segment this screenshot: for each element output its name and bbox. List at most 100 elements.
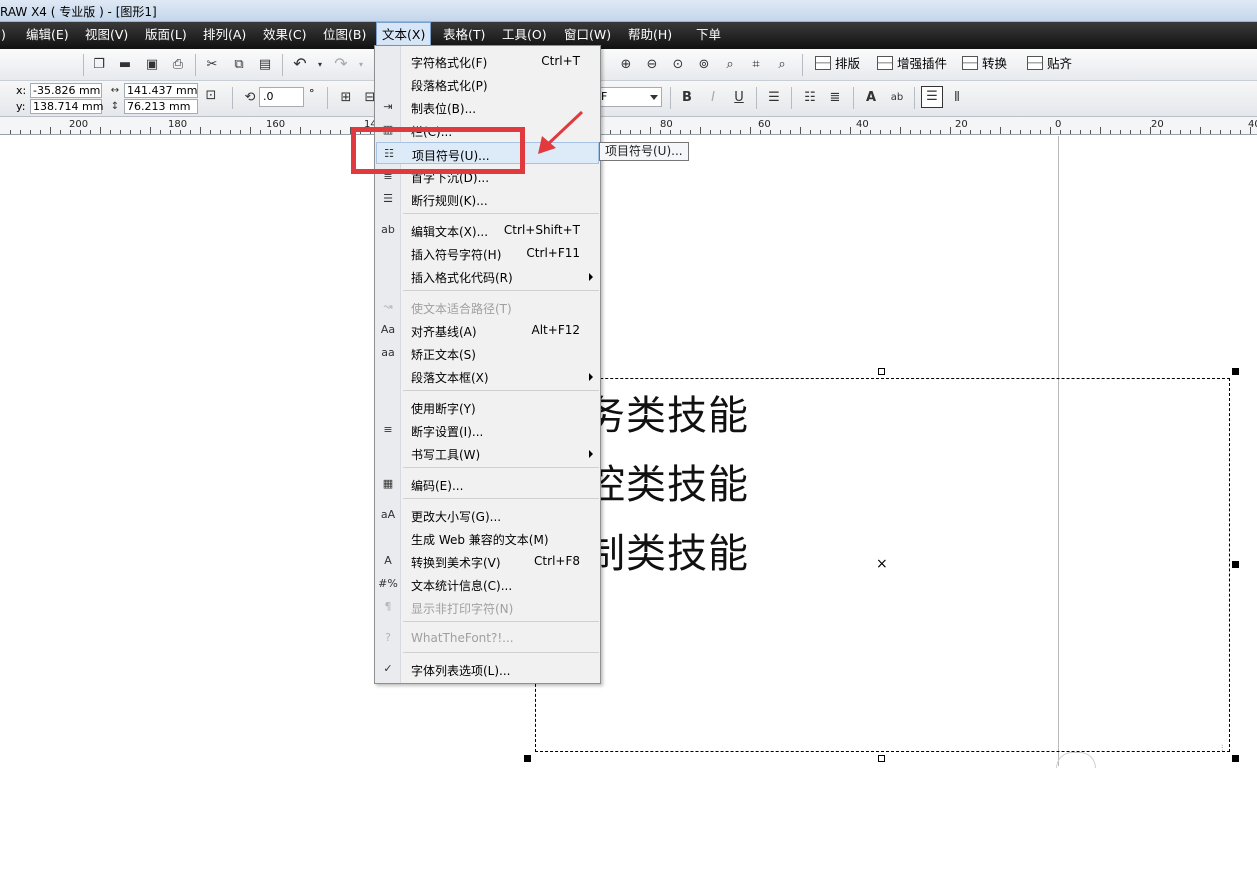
text-menu-item[interactable]: ↝ 使文本适合路径(T) [376,296,599,318]
save-icon[interactable]: ▣ [143,56,161,74]
width-field[interactable]: 141.437 mm [124,83,198,98]
text-overflow-icon[interactable]: ⫶ [1221,744,1223,754]
text-menu-item[interactable]: 插入格式化代码(R) [376,265,599,287]
text-menu-item[interactable]: A 转换到美术字(V) Ctrl+F8 [376,550,599,572]
ruler-label: 20 [1151,119,1164,130]
text-menu-item[interactable]: 插入符号字符(H) Ctrl+F11 [376,242,599,264]
redo-dropdown-icon[interactable]: ▾ [352,56,370,74]
text-menu-item-label: 书写工具(W) [411,448,481,462]
text-menu-item[interactable]: 字符格式化(F) Ctrl+T [376,50,599,72]
rotation-center-icon[interactable]: × [876,557,888,571]
zoom-height-icon[interactable]: ⌕ [773,56,791,74]
zoom-width-icon[interactable]: ⌗ [747,56,765,74]
text-menu-item[interactable]: aa 矫正文本(S) [376,342,599,364]
ruler-label: 80 [660,119,673,130]
zoom-out-icon[interactable]: ⊖ [643,56,661,74]
text-menu-item[interactable]: 段落格式化(P) [376,73,599,95]
text-menu-item[interactable]: ≡ 断字设置(I)... [376,419,599,441]
text-menu-item[interactable]: ✓ 字体列表选项(L)... [376,658,599,680]
menu-edit[interactable]: 编辑(E) [21,22,74,48]
edit-text-icon[interactable]: ab [888,89,906,107]
zoom-page-icon[interactable]: ⌕ [721,56,739,74]
redo-icon[interactable]: ↷ [332,55,350,73]
bottom-center-handle[interactable] [878,755,885,762]
lock-ratio-icon[interactable]: ⊡ [202,87,220,105]
bold-icon[interactable]: B [678,89,696,107]
ruler-tick [170,130,171,134]
align-icon[interactable]: ☰ [765,89,783,107]
bottom-left-handle[interactable] [524,755,531,762]
ruler-tick [900,127,901,134]
character-format-icon[interactable]: A [862,89,880,107]
copy-icon[interactable]: ⧉ [230,56,248,74]
font-list-icon: ✓ [383,662,393,675]
undo-icon[interactable]: ↶ [291,55,309,73]
plugins-button[interactable]: 增强插件 [877,53,947,75]
y-position-field[interactable]: 138.714 mm [30,99,103,114]
undo-dropdown-icon[interactable]: ▾ [311,56,329,74]
bottom-right-handle[interactable] [1232,755,1239,762]
menu-bitmaps[interactable]: 位图(B) [318,22,371,48]
screen: { "window": { "title": "RAW X4 ( 专业版 ) -… [0,0,1257,885]
text-menu-item[interactable]: ¶ 显示非打印字符(N) [376,596,599,618]
menu-order[interactable]: 下单 [691,22,726,48]
plugins-icon [877,56,893,70]
drop-cap-icon[interactable]: ≣ [826,89,844,107]
x-position-field[interactable]: -35.826 mm [30,83,102,98]
menu-edge-glyph[interactable]: ) [0,22,11,48]
rotation-field[interactable]: .0 [259,87,304,107]
submenu-arrow-icon [589,450,593,458]
ruler-tick [760,130,761,134]
horizontal-text-icon[interactable]: ☰ [921,86,943,108]
ruler-tick [30,130,31,134]
top-center-handle[interactable] [878,368,885,375]
snap-button[interactable]: 贴齐 [1027,53,1072,75]
text-menu-item[interactable]: #% 文本统计信息(C)... [376,573,599,595]
toolbar-divider [853,87,854,109]
vertical-text-icon[interactable]: ⦀ [948,89,966,107]
text-menu-item[interactable]: Aa 对齐基线(A) Alt+F12 [376,319,599,341]
italic-icon[interactable]: I [704,89,722,107]
text-menu-item[interactable]: 生成 Web 兼容的文本(M) [376,527,599,549]
menu-help[interactable]: 帮助(H) [623,22,677,48]
new-document-icon[interactable]: ❐ [90,56,108,74]
middle-right-handle[interactable] [1232,561,1239,568]
font-size-dropdown[interactable]: F [596,87,662,107]
menu-arrange[interactable]: 排列(A) [198,22,251,48]
text-menu-item[interactable]: ? WhatTheFont?!... [376,627,599,649]
text-menu-item[interactable]: aA 更改大小写(G)... [376,504,599,526]
paste-icon[interactable]: ▤ [256,56,274,74]
horizontal-ruler[interactable]: 200 180 160 14 80 60 40 20 0 20 40 [0,117,1257,135]
text-menu-item[interactable]: ab 编辑文本(X)... Ctrl+Shift+T [376,219,599,241]
text-menu-item[interactable]: 书写工具(W) [376,442,599,464]
open-folder-icon[interactable]: ▬ [116,56,134,74]
text-menu-item[interactable]: 使用断字(Y) [376,396,599,418]
bullet-list-icon[interactable]: ☷ [801,89,819,107]
ruler-tick [1100,127,1101,134]
menu-layout[interactable]: 版面(L) [140,22,192,48]
text-menu-item-label: 使用断字(Y) [411,402,476,416]
text-menu-item[interactable]: 段落文本框(X) [376,365,599,387]
layout-button[interactable]: 排版 [815,53,860,75]
height-field[interactable]: 76.213 mm [124,99,198,114]
text-menu-item[interactable]: ▦ 编码(E)... [376,473,599,495]
zoom-selected-icon[interactable]: ⊙ [669,56,687,74]
mirror-horizontal-icon[interactable]: ⊞ [337,89,355,107]
ruler-tick [880,130,881,134]
text-menu-item-label: 显示非打印字符(N) [411,602,514,616]
submenu-arrow-icon [589,273,593,281]
frame-text-line: 制类技能 [585,531,749,577]
zoom-in-icon[interactable]: ⊕ [617,56,635,74]
text-menu-item[interactable]: ☰ 断行规则(K)... [376,188,599,210]
top-right-handle[interactable] [1232,368,1239,375]
menu-view[interactable]: 视图(V) [80,22,133,48]
toolbar-divider [802,54,803,76]
cut-icon[interactable]: ✂ [203,56,221,74]
ruler-tick [70,130,71,134]
print-icon[interactable]: ⎙ [169,56,187,74]
zoom-all-icon[interactable]: ⊚ [695,56,713,74]
underline-icon[interactable]: U [730,89,748,107]
encoding-icon: ▦ [382,477,394,490]
convert-button[interactable]: 转换 [962,53,1007,75]
menu-effects[interactable]: 效果(C) [258,22,311,48]
